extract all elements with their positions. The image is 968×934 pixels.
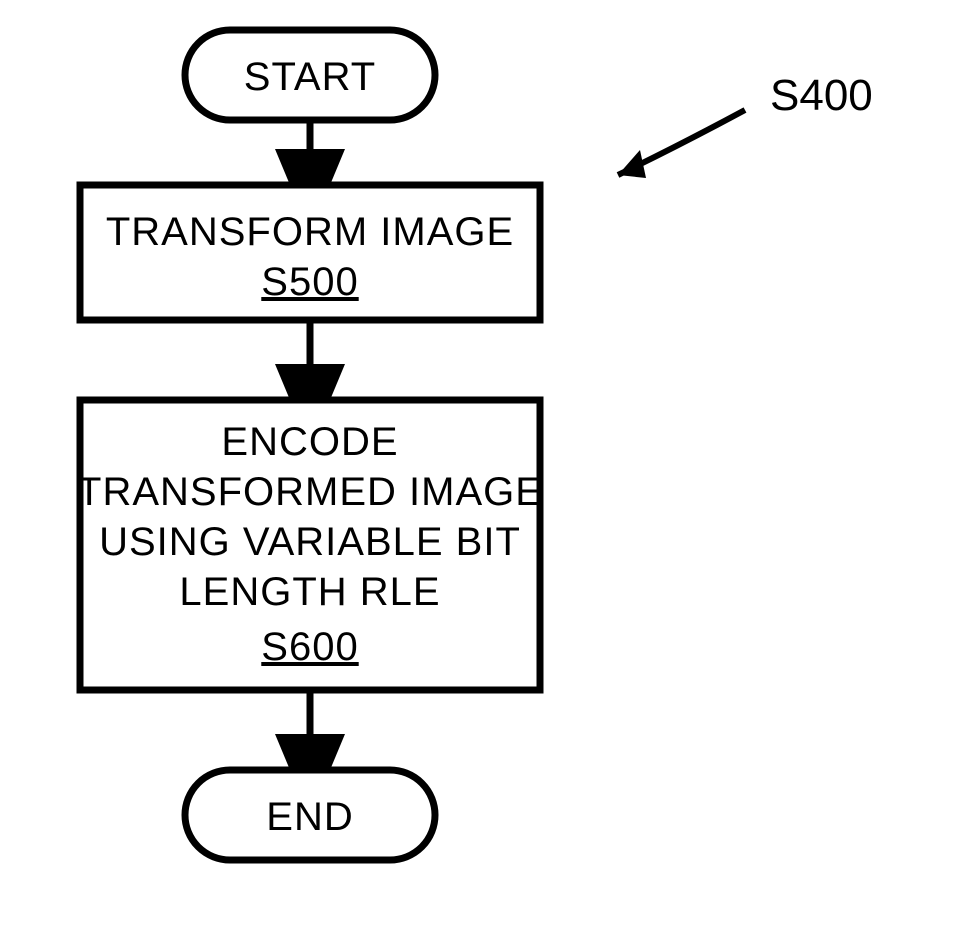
start-label: START [244, 55, 376, 99]
end-terminator: END [185, 770, 435, 860]
transform-step: TRANSFORM IMAGE S500 [80, 185, 540, 320]
flowchart-diagram: START TRANSFORM IMAGE S500 ENCODE TRANSF… [0, 0, 968, 934]
encode-line3: USING VARIABLE BIT [99, 520, 521, 564]
figure-label-text: S400 [770, 71, 873, 120]
transform-ref: S500 [261, 260, 358, 304]
transform-title: TRANSFORM IMAGE [106, 210, 514, 254]
figure-pointer-arrowhead [618, 150, 646, 178]
encode-line4: LENGTH RLE [179, 570, 440, 614]
end-label: END [266, 795, 353, 839]
encode-ref: S600 [261, 625, 358, 669]
encode-step: ENCODE TRANSFORMED IMAGE USING VARIABLE … [77, 400, 543, 690]
encode-line2: TRANSFORMED IMAGE [77, 470, 543, 514]
figure-reference: S400 [618, 71, 873, 178]
start-terminator: START [185, 30, 435, 120]
encode-line1: ENCODE [221, 420, 398, 464]
